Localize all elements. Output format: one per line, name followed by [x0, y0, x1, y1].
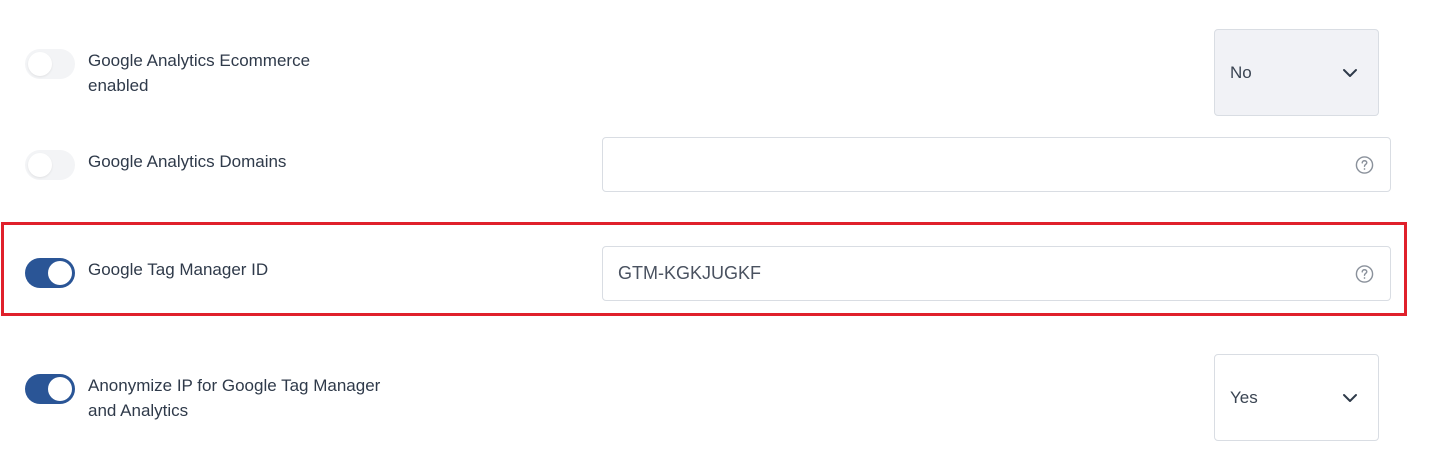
ecommerce-select-value: No	[1230, 62, 1252, 82]
anonymize-label: Anonymize IP for Google Tag Manager and …	[88, 373, 380, 423]
domains-input[interactable]	[603, 138, 1343, 191]
toggle-knob	[48, 261, 72, 285]
gtm-label: Google Tag Manager ID	[88, 257, 268, 282]
anonymize-label-line2: and Analytics	[88, 401, 189, 420]
question-circle-icon[interactable]	[1355, 155, 1374, 174]
gtm-field	[602, 246, 1391, 301]
ecommerce-label: Google Analytics Ecommerce enabled	[88, 48, 310, 98]
ecommerce-label-line2: enabled	[88, 76, 149, 95]
toggle-knob	[28, 52, 52, 76]
domains-toggle[interactable]	[25, 150, 75, 180]
domains-field	[602, 137, 1391, 192]
chevron-down-icon	[1343, 393, 1357, 402]
ecommerce-select[interactable]: No	[1214, 29, 1379, 116]
toggle-knob	[28, 153, 52, 177]
gtm-label-line1: Google Tag Manager ID	[88, 260, 269, 279]
gtm-id-input[interactable]	[603, 247, 1343, 300]
question-circle-icon[interactable]	[1355, 264, 1374, 283]
ecommerce-toggle[interactable]	[25, 49, 75, 79]
domains-label-line1: Google Analytics Domains	[88, 152, 287, 171]
chevron-down-icon	[1343, 68, 1357, 77]
ecommerce-label-line1: Google Analytics Ecommerce	[88, 51, 311, 70]
anonymize-label-line1: Anonymize IP for Google Tag Manager	[88, 376, 381, 395]
anonymize-toggle[interactable]	[25, 374, 75, 404]
toggle-knob	[48, 377, 72, 401]
gtm-toggle[interactable]	[25, 258, 75, 288]
anonymize-select[interactable]: Yes	[1214, 354, 1379, 441]
anonymize-select-value: Yes	[1230, 387, 1258, 407]
domains-label: Google Analytics Domains	[88, 149, 286, 174]
